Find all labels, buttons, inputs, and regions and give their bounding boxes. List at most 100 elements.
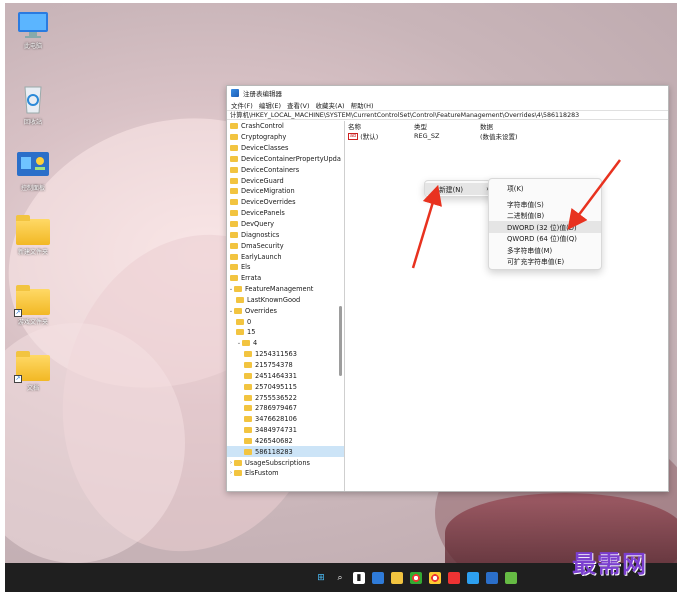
panes: CrashControl Cryptography DeviceClasses Dev… xyxy=(227,121,668,491)
submenu-item-expandable-string[interactable]: 可扩充字符串值(E) xyxy=(489,256,601,268)
tree-node[interactable]: DeviceContainers xyxy=(227,164,344,175)
tree-node[interactable]: 0 xyxy=(227,316,344,327)
tree-node[interactable]: 215754378 xyxy=(227,360,344,371)
tree-node[interactable]: Errata xyxy=(227,273,344,284)
submenu-item-dword[interactable]: DWORD (32 位)值(D) xyxy=(489,221,601,233)
tree-node-label: 2451464331 xyxy=(255,371,297,380)
folder-icon xyxy=(234,307,242,314)
recycle-bin-icon xyxy=(24,86,42,114)
value-list: 名称 类型 数据 ab (默认) REG_SZ (数值未设置) xyxy=(345,121,668,491)
tree-node[interactable]: › ElsFustom xyxy=(227,468,344,479)
menu-favorites[interactable]: 收藏夹(A) xyxy=(316,100,345,110)
tree-node[interactable]: ⌄ FeatureManagement xyxy=(227,284,344,295)
folder-icon xyxy=(234,286,242,293)
folder-icon xyxy=(244,437,252,444)
desktop-icon-folder[interactable]: 新建文件夹 xyxy=(13,215,53,256)
column-header-name[interactable]: 名称 xyxy=(348,121,414,131)
desktop-icon-label: 控制面板 xyxy=(20,185,45,192)
tree-node[interactable]: EarlyLaunch xyxy=(227,251,344,262)
tree-node[interactable]: DevicePanels xyxy=(227,208,344,219)
tree-node-label: 0 xyxy=(247,317,252,326)
menu-item-new[interactable]: 新建(N) › xyxy=(425,183,495,195)
desktop-icon-recycle-bin[interactable]: 回收站 xyxy=(13,81,53,126)
menu-edit[interactable]: 编辑(E) xyxy=(259,100,281,110)
task-view-icon[interactable]: ▮ xyxy=(353,571,365,584)
tree-node[interactable]: DevQuery xyxy=(227,219,344,230)
value-row[interactable]: ab (默认) REG_SZ (数值未设置) xyxy=(345,131,668,141)
tree-node[interactable]: ⌄ Overrides xyxy=(227,305,344,316)
title-bar[interactable]: 注册表编辑器 xyxy=(227,86,668,99)
column-headers: 名称 类型 数据 xyxy=(345,121,668,131)
registry-editor-taskbar-icon[interactable] xyxy=(486,571,498,584)
submenu-item-key[interactable]: 项(K) xyxy=(489,182,601,194)
tree-node[interactable]: Diagnostics xyxy=(227,229,344,240)
tree-node-label: CrashControl xyxy=(241,122,284,131)
desktop-icon-documents[interactable]: ↗ 文档 xyxy=(13,351,53,392)
tree-node[interactable]: CrashControl xyxy=(227,121,344,132)
tree-node[interactable]: 2451464331 xyxy=(227,370,344,381)
tree-node[interactable]: DeviceMigration xyxy=(227,186,344,197)
folder-icon xyxy=(244,405,252,412)
desktop-icon-label: 游戏文件夹 xyxy=(17,319,48,326)
menu-view[interactable]: 查看(V) xyxy=(287,100,310,110)
submenu-item-qword[interactable]: QWORD (64 位)值(Q) xyxy=(489,233,601,245)
column-header-data[interactable]: 数据 xyxy=(480,121,493,131)
folder-icon xyxy=(244,416,252,423)
tree-node-label: DeviceOverrides xyxy=(241,198,296,207)
tree-node[interactable]: 2755536522 xyxy=(227,392,344,403)
start-icon[interactable]: ⊞ xyxy=(315,572,327,584)
app-icon[interactable] xyxy=(448,571,460,584)
tree-node[interactable]: ⌄ 4 xyxy=(227,338,344,349)
address-bar[interactable]: 计算机\HKEY_LOCAL_MACHINE\SYSTEM\CurrentCon… xyxy=(227,110,668,120)
tree-node-label: EarlyLaunch xyxy=(241,252,282,261)
folder-icon xyxy=(244,351,252,358)
desktop-icon-label: 文档 xyxy=(26,385,39,392)
registry-editor-icon xyxy=(231,88,239,97)
submenu-item-multi-string[interactable]: 多字符串值(M) xyxy=(489,244,601,256)
tree-node[interactable]: Els xyxy=(227,262,344,273)
search-icon[interactable]: ⌕ xyxy=(334,572,346,584)
desktop-icon-folder-shortcut[interactable]: ↗ 游戏文件夹 xyxy=(13,285,53,326)
widgets-icon[interactable] xyxy=(372,571,384,584)
tree-node[interactable]: 586118283 xyxy=(227,446,344,458)
tree-node[interactable]: DeviceClasses xyxy=(227,143,344,154)
tree-node[interactable]: DmaSecurity xyxy=(227,240,344,251)
app-icon[interactable] xyxy=(467,571,479,584)
column-header-type[interactable]: 类型 xyxy=(414,121,480,131)
tree-node[interactable]: 2570495115 xyxy=(227,381,344,392)
folder-icon xyxy=(230,264,238,271)
tree-node-label: Cryptography xyxy=(241,133,287,142)
tree-scrollbar[interactable] xyxy=(339,306,342,376)
tree-node[interactable]: DeviceOverrides xyxy=(227,197,344,208)
app-icon[interactable] xyxy=(505,571,517,584)
tree-node-label: FeatureManagement xyxy=(245,285,314,294)
submenu-item-string[interactable]: 字符串值(S) xyxy=(489,198,601,210)
tree-node-label: 1254311563 xyxy=(255,350,297,359)
menu-help[interactable]: 帮助(H) xyxy=(351,100,374,110)
menu-file[interactable]: 文件(F) xyxy=(231,100,253,110)
tree-node[interactable]: 2786979467 xyxy=(227,403,344,414)
tree-node[interactable]: 426540682 xyxy=(227,435,344,446)
folder-icon xyxy=(230,134,238,141)
tree-node[interactable]: Cryptography xyxy=(227,132,344,143)
desktop-icon-this-pc[interactable]: 此电脑 xyxy=(13,11,53,50)
desktop-icon-control-panel[interactable]: 控制面板 xyxy=(13,151,53,192)
folder-icon xyxy=(236,296,244,303)
tree-node[interactable]: 3476628106 xyxy=(227,414,344,425)
folder-icon xyxy=(244,394,252,401)
tree-node[interactable]: DeviceGuard xyxy=(227,175,344,186)
tree-node-label: UsageSubscriptions xyxy=(245,458,310,467)
tree-node[interactable]: DeviceContainerPropertyUpda xyxy=(227,154,344,165)
browser-icon[interactable] xyxy=(429,571,441,584)
submenu-item-binary[interactable]: 二进制值(B) xyxy=(489,210,601,222)
tree-node[interactable]: › UsageSubscriptions xyxy=(227,457,344,468)
tree-node[interactable]: 3484974731 xyxy=(227,425,344,436)
chrome-icon[interactable] xyxy=(410,571,422,584)
tree-node-label: 2570495115 xyxy=(255,382,297,391)
file-explorer-icon[interactable] xyxy=(391,571,403,584)
value-data: (数值未设置) xyxy=(480,133,518,141)
window-title: 注册表编辑器 xyxy=(243,89,282,98)
tree-node[interactable]: 15 xyxy=(227,327,344,338)
tree-node[interactable]: LastKnownGood xyxy=(227,295,344,306)
tree-node[interactable]: 1254311563 xyxy=(227,349,344,360)
